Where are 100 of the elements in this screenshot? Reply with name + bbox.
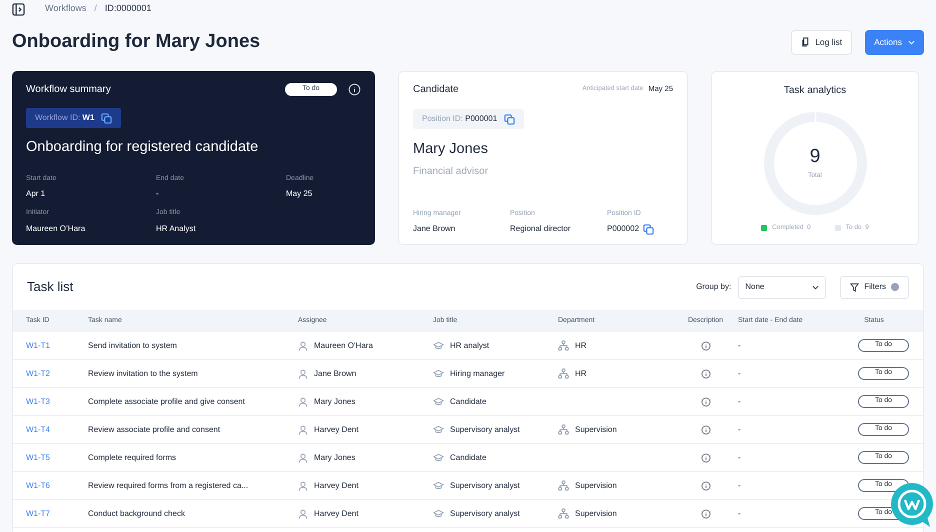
job-title: Supervisory analyst [450,424,520,436]
person-icon [298,368,308,378]
graduation-cap-icon [433,481,444,490]
field-value: HR Analyst [156,222,197,235]
info-icon[interactable] [700,396,710,406]
log-list-button[interactable]: Log list [791,30,852,54]
task-name: Review required forms from a registered ca... [88,480,248,490]
page-title: Onboarding for Mary Jones [12,30,260,54]
field-value: May 25 [286,188,314,200]
department-name: Supervision [575,424,617,436]
info-icon[interactable] [700,424,710,434]
task-id-link[interactable]: W1-T4 [26,424,50,434]
graduation-cap-icon [433,397,444,406]
breadcrumb-item: ID:0000001 [104,2,152,16]
graduation-cap-icon [433,425,444,434]
copy-icon[interactable] [101,112,112,124]
graduation-cap-icon [433,453,444,462]
graduation-cap-icon [433,509,444,518]
department-name: HR [575,340,587,352]
sidebar-toggle-icon[interactable] [12,2,25,16]
date-range: - [738,368,741,378]
task-name: Conduct background check [88,508,185,518]
department-name: Supervision [575,480,617,492]
org-chart-icon [558,480,569,491]
workflow-id-text: Workflow ID: W1 [35,112,94,124]
task-name: Complete associate profile and give consent [88,396,245,406]
person-icon [298,340,308,350]
date-range: - [738,452,741,462]
total-count: 9 [810,146,820,166]
assignee-name: Harvey Dent [314,508,358,520]
task-id-link[interactable]: W1-T1 [26,340,50,350]
task-name: Review invitation to the system [88,368,198,378]
group-by-label: Group by: [696,281,732,293]
person-icon [298,396,308,406]
assignee-name: Maureen O'Hara [314,340,373,352]
candidate-name: Mary Jones [413,140,489,159]
person-icon [298,452,308,462]
graduation-cap-icon [433,341,444,350]
filter-icon [850,282,860,292]
info-icon[interactable] [700,340,710,350]
copy-icon[interactable] [504,114,516,124]
task-id-link[interactable]: W1-T6 [26,480,50,490]
date-range: - [738,424,741,434]
graduation-cap-icon [433,369,444,378]
person-icon [298,480,308,490]
assignee-name: Mary Jones [314,396,356,408]
assignee-name: Harvey Dent [314,480,358,492]
info-icon[interactable] [700,368,710,378]
filters-button[interactable]: Filters [840,276,909,298]
document-icon [801,37,810,47]
field-value: Regional director [510,223,572,236]
candidate-role: Financial advisor [413,164,490,179]
task-id-link[interactable]: W1-T5 [26,452,50,462]
task-id-link[interactable]: W1-T2 [26,368,50,378]
field-value: Apr 1 [26,188,46,200]
field-value: - [156,188,160,200]
department-name: Supervision [575,508,617,520]
org-chart-icon [558,508,569,519]
actions-button[interactable]: Actions [865,30,924,54]
job-title: Hiring manager [450,368,505,380]
info-icon[interactable] [700,508,710,518]
person-icon [298,424,308,434]
field-value: Maureen O’Hara [26,222,86,235]
info-icon[interactable] [700,452,710,462]
info-icon[interactable] [700,480,710,490]
field-value: P000002 [607,223,673,236]
breadcrumb-item[interactable]: Workflows [45,2,86,16]
position-id-text: Position ID: P000001 [422,113,498,125]
assignee-name: Mary Jones [314,452,356,464]
copy-icon[interactable] [643,224,654,235]
assignee-name: Harvey Dent [314,424,358,436]
date-range: - [738,480,741,490]
job-title: HR analyst [450,340,490,352]
job-title: Supervisory analyst [450,480,520,492]
date-range: - [738,396,741,406]
date-range: - [738,508,741,518]
date-range: - [738,340,741,350]
card-title: Task analytics [784,84,846,98]
department-name: HR [575,368,587,380]
job-title: Candidate [450,452,486,464]
assignee-name: Jane Brown [314,368,356,380]
field-value: Jane Brown [413,223,456,236]
task-name: Review associate profile and consent [88,424,220,434]
chevron-down-icon [908,40,915,44]
task-name: Send invitation to system [88,340,177,350]
org-chart-icon [558,424,569,435]
group-by-select[interactable]: None [738,276,826,298]
org-chart-icon [558,340,569,351]
task-id-link[interactable]: W1-T7 [26,508,50,518]
org-chart-icon [558,368,569,379]
card-title: Workflow summary [26,83,111,97]
task-name: Complete required forms [88,452,176,462]
breadcrumb-separator: / [94,2,97,16]
person-icon [298,508,308,518]
section-title: Task list [27,278,74,296]
chevron-down-icon [812,284,820,290]
job-title: Candidate [450,396,486,408]
job-title: Supervisory analyst [450,508,520,520]
task-id-link[interactable]: W1-T3 [26,396,50,406]
workflow-name: Onboarding for registered candidate [26,138,260,157]
